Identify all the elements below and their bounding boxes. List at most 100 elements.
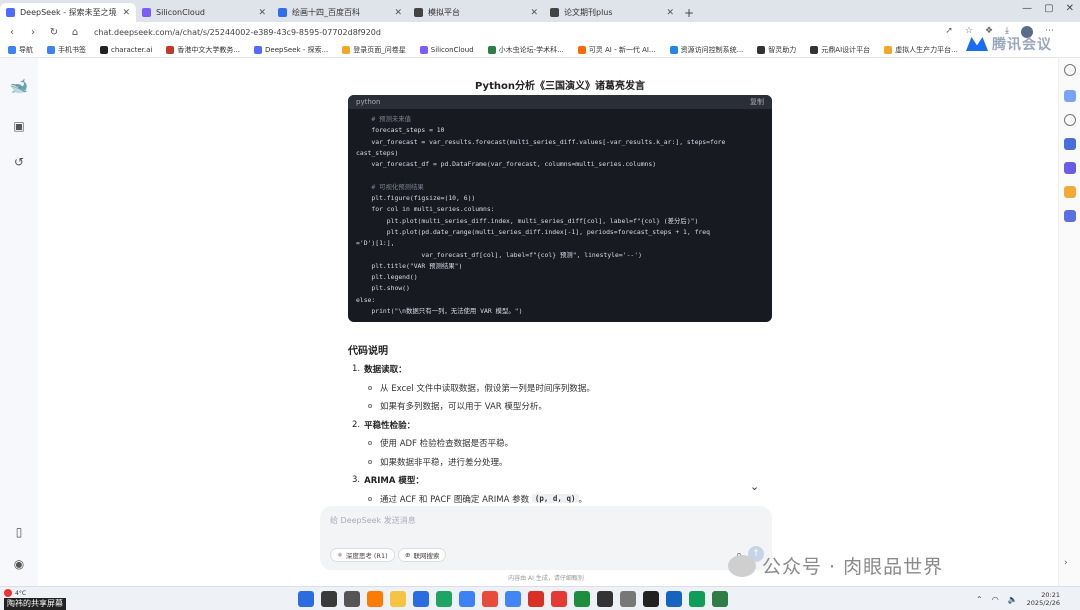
weather-widget[interactable]: 4°C: [4, 589, 26, 597]
new-tab-button[interactable]: +: [680, 3, 698, 22]
taskbar-app-icon[interactable]: [551, 591, 567, 607]
copilot-icon[interactable]: [1064, 90, 1076, 102]
tools-icon[interactable]: [1064, 210, 1076, 222]
bookmark-item[interactable]: 智灵助力: [757, 45, 796, 55]
taskbar-app-icon[interactable]: [390, 591, 406, 607]
bookmark-favicon-icon: [884, 45, 893, 54]
bookmark-item[interactable]: 虚拟人生产力平台...: [884, 45, 958, 55]
search-icon[interactable]: [1064, 64, 1076, 76]
list-item: 3. ARIMA 模型：: [352, 471, 772, 490]
bookmark-item[interactable]: 香港中文大学教务...: [166, 45, 240, 55]
target-icon[interactable]: [1064, 114, 1076, 126]
tab-3[interactable]: 模拟平台 ✕: [408, 3, 544, 22]
web-search-toggle[interactable]: ⊕ 联网搜索: [398, 548, 447, 562]
minimize-icon[interactable]: —: [1022, 3, 1032, 14]
list-number: 3.: [352, 475, 361, 486]
taskbar-app-icon[interactable]: [344, 591, 360, 607]
bookmark-item[interactable]: 小木虫论坛-学术科...: [487, 45, 564, 55]
bullet-icon: [368, 441, 372, 446]
bookmark-item[interactable]: 元鼎AI设计平台: [810, 45, 870, 55]
deepseek-whale-logo-icon[interactable]: 🐋: [10, 77, 29, 95]
tab-favicon-icon: [414, 8, 423, 17]
share-icon[interactable]: ➚: [945, 26, 953, 38]
tab-favicon-icon: [142, 8, 151, 17]
screen-share-label: 陶祎的共享屏幕: [4, 598, 66, 610]
tab-close-icon[interactable]: ✕: [122, 8, 130, 18]
taskbar-app-icon[interactable]: [643, 591, 659, 607]
taskbar-app-icon[interactable]: [597, 591, 613, 607]
home-icon[interactable]: ⌂: [69, 27, 81, 38]
reload-icon[interactable]: ↻: [48, 27, 60, 38]
bookmark-item[interactable]: 可灵 AI - 新一代 AI...: [577, 45, 656, 55]
bookmark-item[interactable]: 导航: [8, 45, 33, 55]
games-icon[interactable]: [1064, 162, 1076, 174]
tab-1[interactable]: SiliconCloud ✕: [136, 3, 272, 22]
tray-chevron-icon[interactable]: ⌃: [976, 595, 983, 604]
user-avatar-icon[interactable]: ◉: [11, 556, 27, 572]
taskbar-app-icon[interactable]: [367, 591, 383, 607]
bookmark-favicon-icon: [342, 45, 351, 54]
code-line: cast_steps): [356, 148, 399, 157]
bookmark-item[interactable]: 资源访问控制系统...: [669, 45, 743, 55]
new-chat-icon[interactable]: ↺: [11, 154, 27, 170]
browser-tab-strip: DeepSeek - 探索未至之境 ✕ SiliconCloud ✕ 绘画十四_百度百科…: [0, 0, 1080, 22]
url-field[interactable]: chat.deepseek.com/a/chat/s/25244002-e389…: [94, 28, 936, 37]
taskbar-app-icon[interactable]: [528, 591, 544, 607]
tab-label: 论文期刊plus: [564, 8, 613, 17]
bookmark-label: 香港中文大学教务...: [177, 45, 241, 54]
taskbar-app-icon[interactable]: [505, 591, 521, 607]
wifi-icon[interactable]: ◠: [992, 595, 999, 604]
page-title: Python分析《三国演义》诸葛亮发言: [475, 81, 645, 92]
taskbar-search-icon[interactable]: [321, 591, 337, 607]
taskbar-app-icon[interactable]: [436, 591, 452, 607]
bookmark-item[interactable]: SiliconCloud: [419, 45, 474, 54]
taskbar-app-icon[interactable]: [459, 591, 475, 607]
code-line: plt.plot(multi_series_diff.index, multi_…: [356, 216, 699, 225]
bookmark-label: 虚拟人生产力平台...: [895, 45, 958, 54]
taskbar-app-icon[interactable]: [689, 591, 705, 607]
wechat-watermark-text: 公众号 · 肉眼品世界: [762, 556, 944, 578]
close-window-icon[interactable]: ✕: [1066, 3, 1074, 14]
taskbar-app-icon[interactable]: [666, 591, 682, 607]
panel-collapse-icon[interactable]: ›: [1064, 558, 1076, 570]
taskbar-app-icon[interactable]: [413, 591, 429, 607]
list-item: 从 Excel 文件中读取数据，假设第一列是时间序列数据。: [352, 379, 772, 398]
taskbar-app-icon[interactable]: [574, 591, 590, 607]
clock[interactable]: 20:21 2025/2/26: [1027, 591, 1060, 607]
message-input[interactable]: 给 DeepSeek 发送消息: [330, 515, 416, 526]
bookmark-item[interactable]: 登录页面_问卷星: [342, 45, 406, 55]
office-icon[interactable]: [1064, 186, 1076, 198]
tab-2[interactable]: 绘画十四_百度百科 ✕: [272, 3, 408, 22]
volume-icon[interactable]: 🔈: [1008, 595, 1018, 604]
copy-code-button[interactable]: 复制: [750, 97, 764, 107]
bookmark-item[interactable]: character.ai: [100, 45, 152, 54]
tencent-meeting-logo-icon: [966, 37, 988, 51]
forward-icon[interactable]: ›: [27, 27, 39, 38]
deep-think-toggle[interactable]: ⚛ 深度思考 (R1): [330, 548, 395, 562]
sidebar-toggle-icon[interactable]: ▣: [11, 118, 27, 134]
taskbar-app-icon[interactable]: [620, 591, 636, 607]
tab-close-icon[interactable]: ✕: [530, 8, 538, 18]
ai-disclaimer: 内容由 AI 生成，请仔细甄别: [508, 575, 584, 582]
tab-close-icon[interactable]: ✕: [394, 8, 402, 18]
code-line: var_forecast = var_results.forecast(mult…: [356, 137, 726, 146]
bullet-icon: [368, 404, 372, 409]
tab-0[interactable]: DeepSeek - 探索未至之境 ✕: [0, 3, 136, 22]
scroll-to-bottom-icon[interactable]: ⌄: [750, 480, 759, 493]
tab-close-icon[interactable]: ✕: [666, 8, 674, 18]
translate-icon[interactable]: [1064, 138, 1076, 150]
window-controls: — ▢ ✕: [1022, 3, 1074, 14]
tab-close-icon[interactable]: ✕: [258, 8, 266, 18]
tab-favicon-icon: [278, 8, 287, 17]
bookmark-item[interactable]: 手机书签: [47, 45, 86, 55]
taskbar-app-icon[interactable]: [712, 591, 728, 607]
bookmark-item[interactable]: DeepSeek - 探索...: [254, 45, 328, 55]
mobile-app-icon[interactable]: ▯: [11, 524, 27, 540]
taskbar-app-icon[interactable]: [482, 591, 498, 607]
start-menu-icon[interactable]: [298, 591, 314, 607]
bullet-icon: [368, 385, 372, 390]
back-icon[interactable]: ‹: [6, 27, 18, 38]
tab-4[interactable]: 论文期刊plus ✕: [544, 3, 680, 22]
maximize-icon[interactable]: ▢: [1044, 3, 1053, 14]
